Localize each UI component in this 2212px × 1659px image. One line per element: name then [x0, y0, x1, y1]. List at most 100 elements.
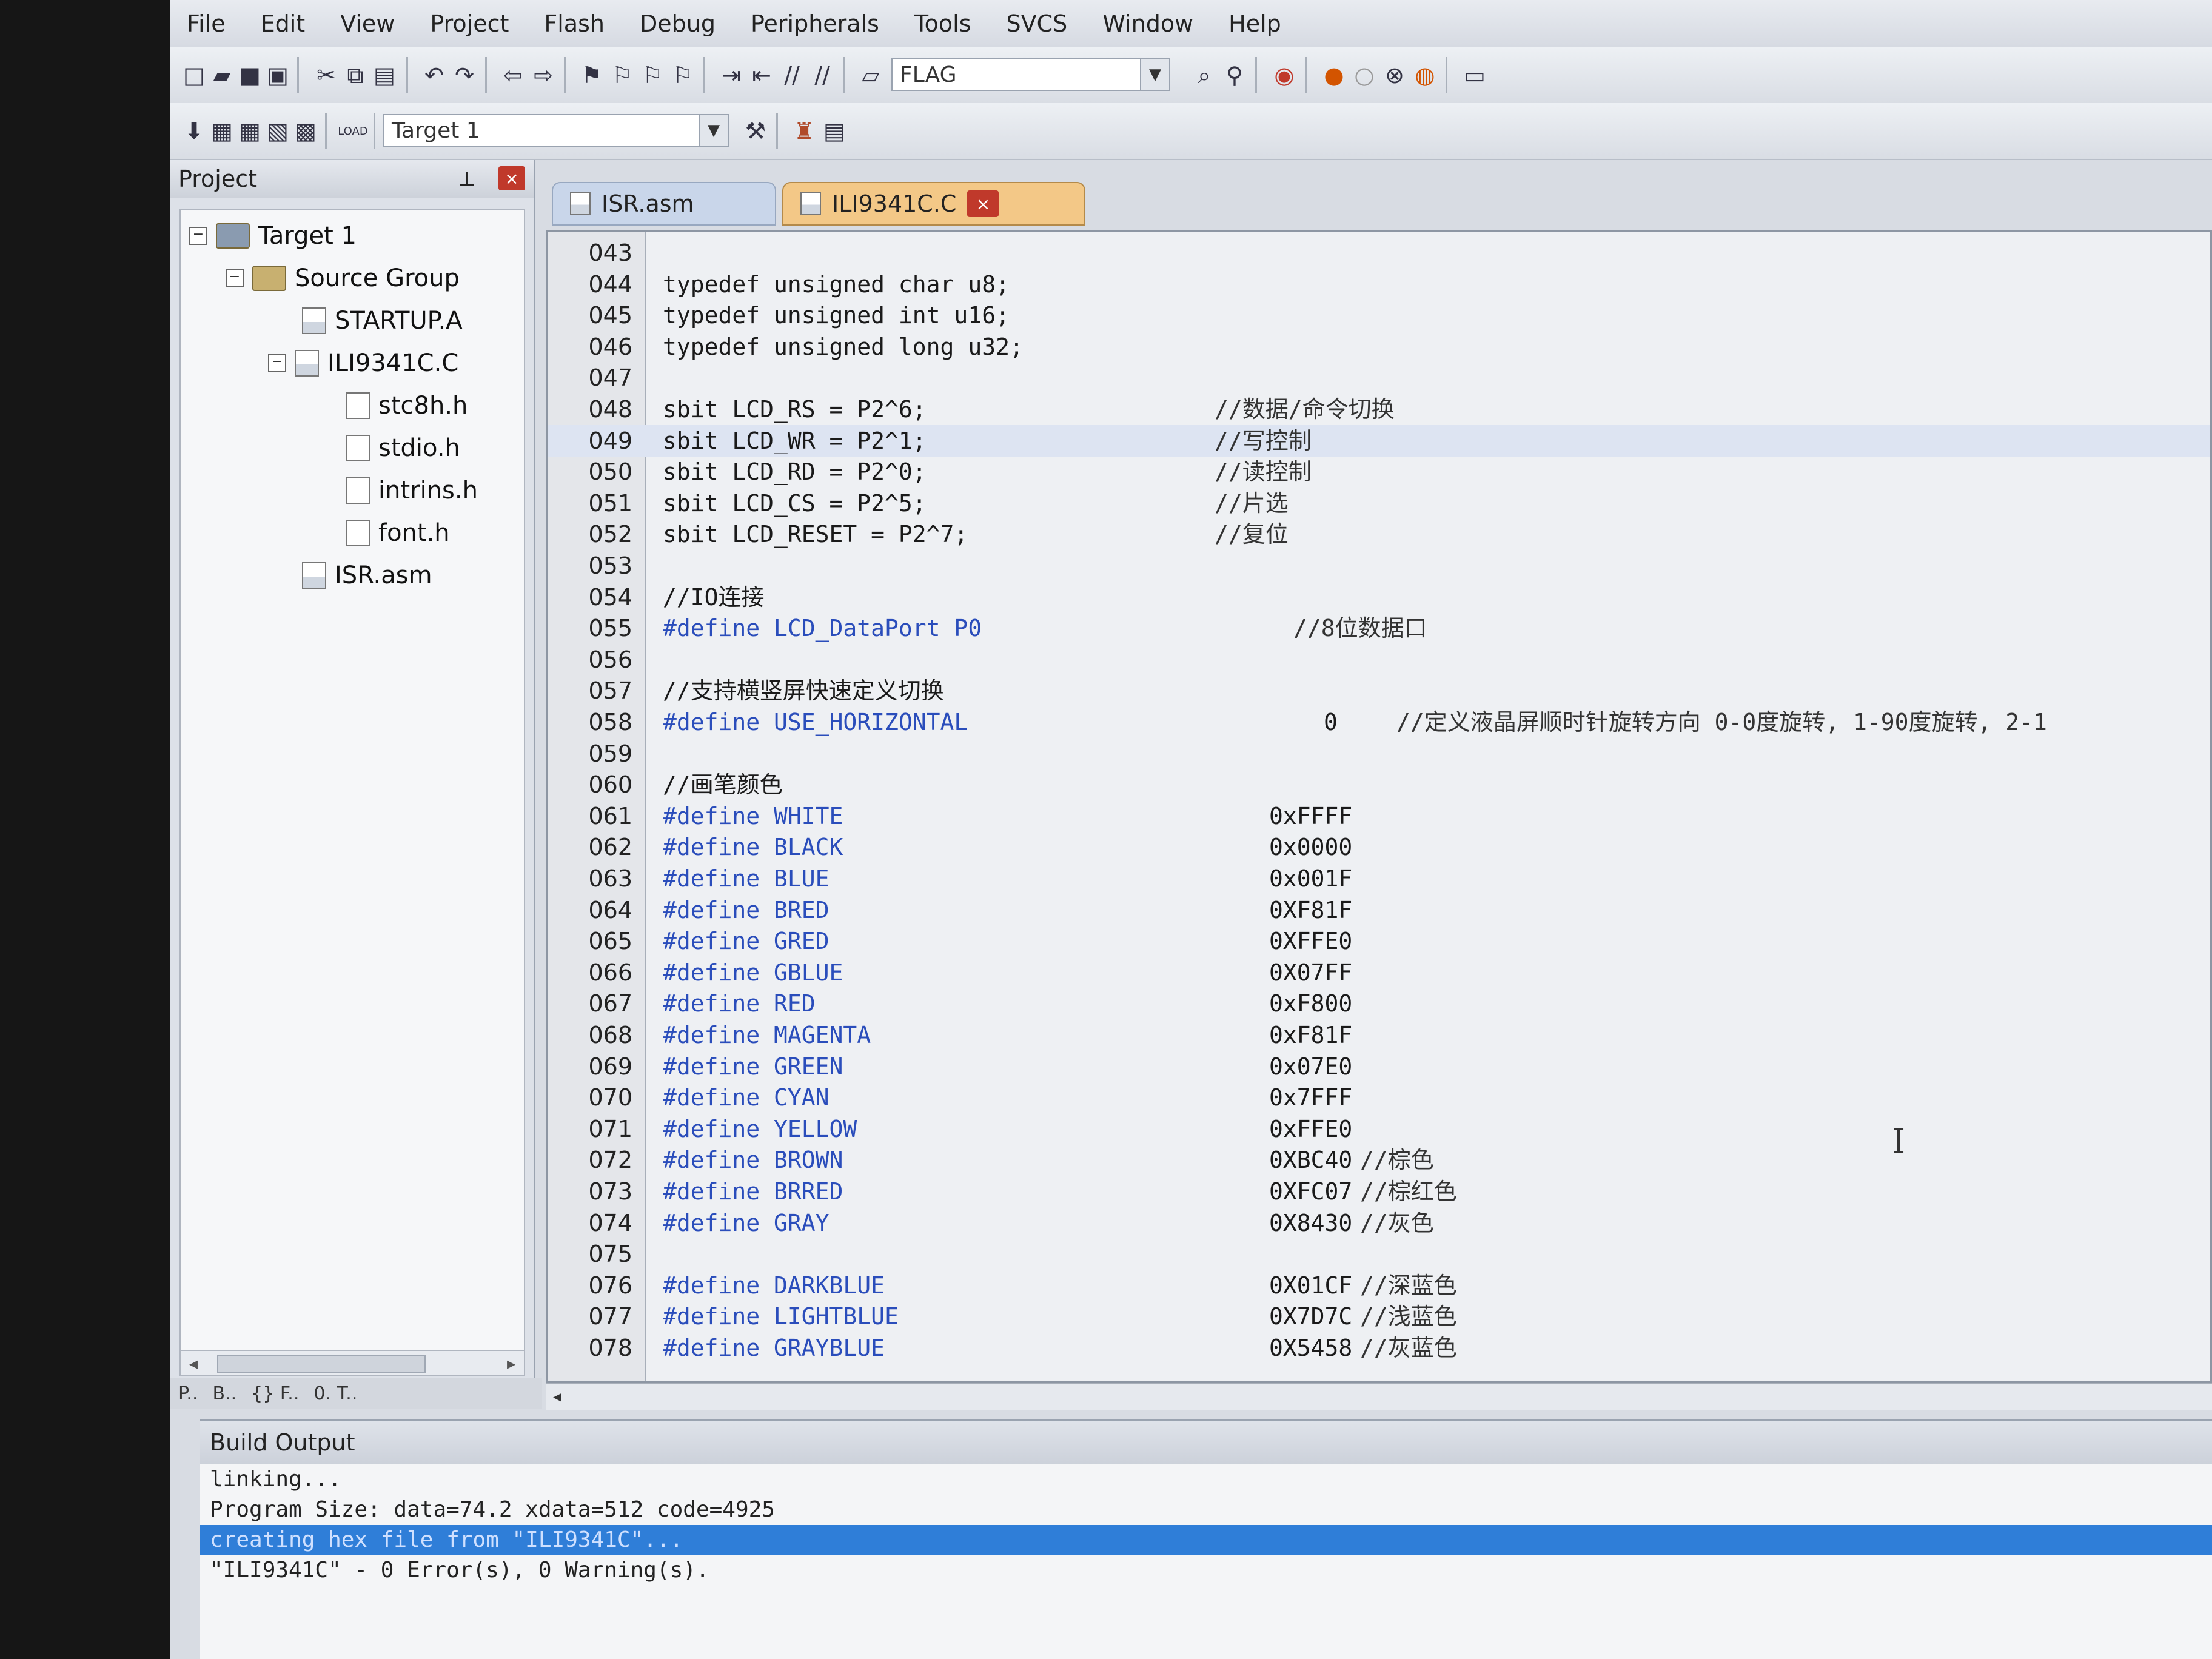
code-line[interactable]: 058 #define USE_HORIZONTAL 0 //定义液晶屏顺时针旋转方向…	[548, 706, 2210, 738]
manage-books-icon[interactable]: ▤	[819, 115, 850, 147]
code-line[interactable]: 071 #define YELLOW 0xFFE0	[548, 1113, 2210, 1145]
window-layout-icon[interactable]: ▭	[1459, 59, 1490, 91]
code-line[interactable]: 065 #define GRED 0XFFE0	[548, 925, 2210, 957]
breakpoint-disable-icon[interactable]: ○	[1349, 59, 1380, 91]
incremental-find-icon[interactable]: ⚲	[1219, 59, 1250, 91]
code-line[interactable]: 078 #define GRAYBLUE 0X5458 //灰蓝色	[548, 1332, 2210, 1364]
menu-flash[interactable]: Flash	[544, 10, 605, 37]
batch-build-icon[interactable]: ▧	[262, 115, 293, 147]
bookmark-icon[interactable]: ⚑	[576, 59, 608, 91]
close-icon[interactable]: ×	[498, 166, 525, 190]
code-line[interactable]: 055 #define LCD_DataPort P0 //8位数据口	[548, 612, 2210, 644]
code-line[interactable]: 048 sbit LCD_RS = P2^6; //数据/命令切换	[548, 394, 2210, 425]
build-line[interactable]: Program Size: data=74.2 xdata=512 code=4…	[200, 1495, 2212, 1525]
tree-file-intrins[interactable]: intrins.h	[346, 477, 478, 504]
chevron-down-icon[interactable]: ▼	[699, 115, 728, 146]
code-line[interactable]: 064 #define BRED 0XF81F	[548, 894, 2210, 926]
copy-icon[interactable]: ⧉	[340, 59, 371, 91]
code-line[interactable]: 050 sbit LCD_RD = P2^0; //读控制	[548, 456, 2210, 488]
save-all-icon[interactable]: ▣	[262, 59, 293, 91]
code-line[interactable]: 044 typedef unsigned char u8;	[548, 269, 2210, 300]
tree-file-stc8h[interactable]: stc8h.h	[346, 392, 468, 420]
code-line[interactable]: 067 #define RED 0xF800	[548, 988, 2210, 1019]
code-line[interactable]: 054 //IO连接	[548, 581, 2210, 613]
bookmark-clear-icon[interactable]: ⚐	[667, 59, 699, 91]
scroll-thumb[interactable]	[217, 1355, 426, 1373]
code-line[interactable]: 046 typedef unsigned long u32;	[548, 331, 2210, 363]
code-line[interactable]: 052 sbit LCD_RESET = P2^7; //复位	[548, 518, 2210, 550]
menu-project[interactable]: Project	[430, 10, 509, 37]
tree-horizontal-scrollbar[interactable]: ◂ ▸	[179, 1350, 525, 1376]
tab-project[interactable]: P..	[178, 1383, 198, 1404]
target-select[interactable]: Target 1 ▼	[383, 114, 729, 147]
code-line[interactable]: 063 #define BLUE 0x001F	[548, 863, 2210, 894]
find-in-files-icon[interactable]: ▱	[855, 59, 886, 91]
menu-svcs[interactable]: SVCS	[1007, 10, 1068, 37]
code-line[interactable]: 074 #define GRAY 0X8430 //灰色	[548, 1207, 2210, 1239]
breakpoint-kill-all-icon[interactable]: ◍	[1409, 59, 1441, 91]
tree-file-ili9341c[interactable]: − ILI9341C.C	[268, 349, 458, 377]
tab-functions[interactable]: {} F..	[251, 1383, 299, 1404]
breakpoint-icon[interactable]: ●	[1318, 59, 1350, 91]
code-line[interactable]: 072 #define BROWN 0XBC40 //棕色	[548, 1144, 2210, 1176]
chevron-down-icon[interactable]: ▼	[1140, 59, 1169, 90]
cut-icon[interactable]: ✂	[310, 59, 342, 91]
collapse-icon[interactable]: −	[189, 227, 207, 245]
code-line[interactable]: 075	[548, 1238, 2210, 1270]
menu-edit[interactable]: Edit	[261, 10, 306, 37]
build-line[interactable]: linking...	[200, 1464, 2212, 1495]
menu-file[interactable]: File	[187, 10, 226, 37]
code-line[interactable]: 062 #define BLACK 0x0000	[548, 831, 2210, 863]
menu-peripherals[interactable]: Peripherals	[751, 10, 879, 37]
new-file-icon[interactable]: □	[178, 59, 210, 91]
tree-file-stdio[interactable]: stdio.h	[346, 434, 460, 462]
scroll-left-icon[interactable]: ◂	[553, 1386, 561, 1406]
build-icon[interactable]: ▦	[206, 115, 238, 147]
download-icon[interactable]: LOAD	[337, 115, 369, 147]
breakpoint-kill-icon[interactable]: ⊗	[1379, 59, 1410, 91]
redo-icon[interactable]: ↷	[449, 59, 480, 91]
code-line[interactable]: 047	[548, 362, 2210, 394]
scroll-right-icon[interactable]: ▸	[507, 1353, 515, 1373]
tree-target[interactable]: − Target 1	[189, 222, 357, 250]
build-line-selected[interactable]: creating hex file from "ILI9341C"...	[200, 1525, 2212, 1555]
tree-file-isr[interactable]: ISR.asm	[302, 561, 432, 589]
editor-horizontal-scrollbar[interactable]: ◂	[546, 1382, 2212, 1410]
code-line[interactable]: 076 #define DARKBLUE 0X01CF //深蓝色	[548, 1270, 2210, 1301]
code-line[interactable]: 066 #define GBLUE 0X07FF	[548, 957, 2210, 988]
tab-ili9341c[interactable]: ILI9341C.C ×	[782, 182, 1085, 226]
tree-file-font[interactable]: font.h	[346, 519, 450, 547]
undo-icon[interactable]: ↶	[418, 59, 450, 91]
collapse-icon[interactable]: −	[226, 269, 244, 287]
code-line[interactable]: 068 #define MAGENTA 0xF81F	[548, 1019, 2210, 1051]
menu-help[interactable]: Help	[1228, 10, 1281, 37]
paste-icon[interactable]: ▤	[369, 59, 400, 91]
target-options-icon[interactable]: ⚒	[740, 115, 771, 147]
code-line[interactable]: 049 sbit LCD_WR = P2^1; //写控制	[548, 424, 2210, 457]
pin-icon[interactable]: ⊥	[458, 167, 475, 190]
debug-session-icon[interactable]: ◉	[1269, 59, 1300, 91]
code-line[interactable]: 077 #define LIGHTBLUE 0X7D7C //浅蓝色	[548, 1301, 2210, 1332]
code-line[interactable]: 045 typedef unsigned int u16;	[548, 300, 2210, 331]
tree-file-startup[interactable]: STARTUP.A	[302, 307, 463, 335]
stop-build-icon[interactable]: ▩	[290, 115, 321, 147]
indent-icon[interactable]: ⇥	[716, 59, 747, 91]
bookmark-next-icon[interactable]: ⚐	[637, 59, 668, 91]
menu-window[interactable]: Window	[1102, 10, 1193, 37]
build-line[interactable]: "ILI9341C" - 0 Error(s), 0 Warning(s).	[200, 1555, 2212, 1586]
close-tab-icon[interactable]: ×	[967, 190, 999, 217]
tab-templates[interactable]: 0. T..	[313, 1383, 357, 1404]
tree-source-group[interactable]: − Source Group	[226, 264, 460, 292]
find-icon[interactable]: ⌕	[1188, 59, 1220, 91]
bookmark-prev-icon[interactable]: ⚐	[606, 59, 638, 91]
nav-back-icon[interactable]: ⇦	[497, 59, 529, 91]
find-combo[interactable]: FLAG ▼	[891, 58, 1170, 91]
menu-debug[interactable]: Debug	[640, 10, 716, 37]
code-line[interactable]: 053	[548, 550, 2210, 581]
code-editor[interactable]: 043 044 typedef unsigned char u8; 045 typede…	[546, 230, 2212, 1382]
code-line[interactable]: 061 #define WHITE 0xFFFF	[548, 800, 2210, 832]
translate-icon[interactable]: ⬇	[178, 115, 210, 147]
menu-tools[interactable]: Tools	[914, 10, 971, 37]
code-line[interactable]: 056	[548, 644, 2210, 675]
save-icon[interactable]: ■	[234, 59, 266, 91]
